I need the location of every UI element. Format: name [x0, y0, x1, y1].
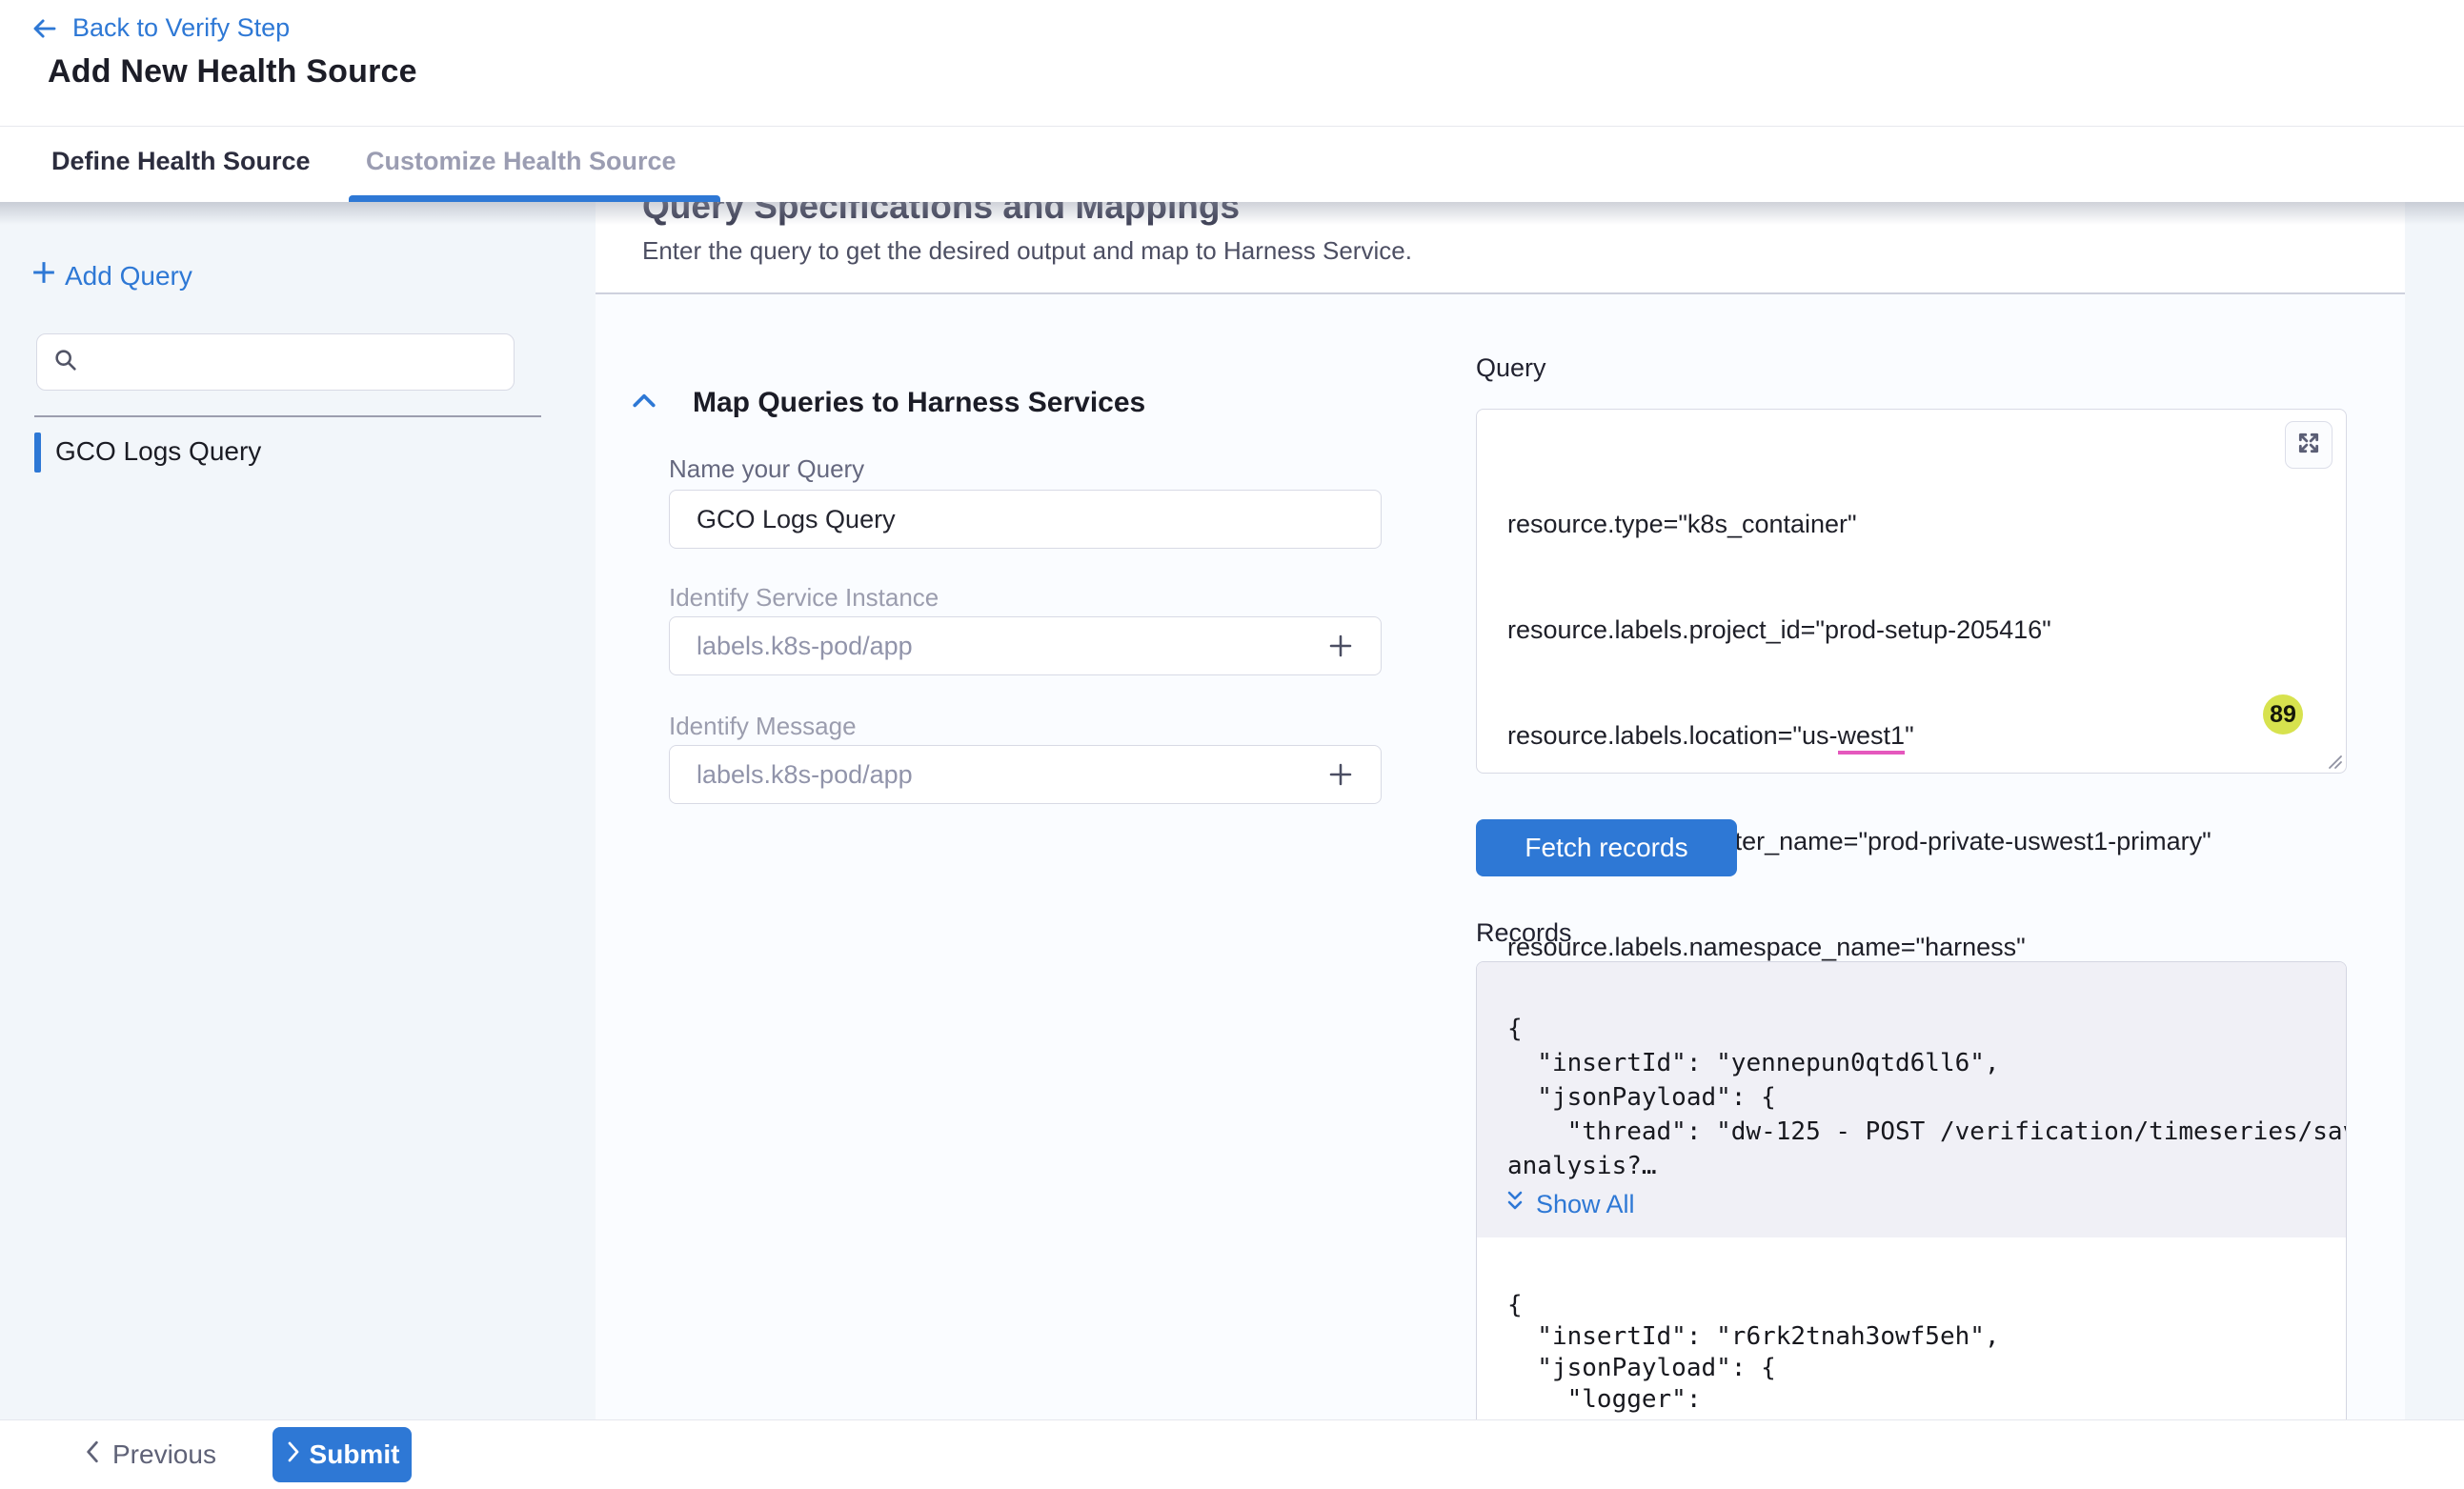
records-label: Records: [1476, 918, 1572, 948]
record-line: "thread": "dw-125 - POST /verification/t…: [1477, 1115, 2347, 1149]
message-input[interactable]: [669, 745, 1382, 804]
query-label: Query: [1476, 353, 1546, 383]
records-container: { "insertId": "yennepun0qtd6ll6", "jsonP…: [1476, 961, 2347, 1419]
query-editor[interactable]: resource.type="k8s_container" resource.l…: [1476, 409, 2347, 774]
map-queries-heading: Map Queries to Harness Services: [693, 387, 1145, 419]
query-line: resource.labels.project_id="prod-setup-2…: [1507, 613, 2212, 648]
page-header: Back to Verify Step Add New Health Sourc…: [0, 0, 2464, 126]
record-line: "insertId": "yennepun0qtd6ll6",: [1477, 1046, 2347, 1080]
record-line: {: [1477, 1012, 2347, 1046]
record-line: "insertId": "r6rk2tnah3owf5eh",: [1477, 1321, 2328, 1353]
sidebar-divider: [34, 415, 541, 417]
expand-query-button[interactable]: [2285, 421, 2333, 469]
back-link[interactable]: Back to Verify Step: [30, 13, 290, 43]
submit-button[interactable]: Submit: [273, 1427, 412, 1482]
identify-message-label: Identify Message: [669, 712, 857, 741]
tab-customize-health-source[interactable]: Customize Health Source: [366, 127, 677, 195]
selected-indicator-bar: [34, 433, 41, 473]
spellcheck-underline: west1: [1838, 721, 1906, 755]
record-line: "jsonPayload": {: [1477, 1353, 2328, 1384]
query-sidebar: Add Query GCO Logs Query: [0, 202, 596, 1419]
back-arrow-icon: [30, 14, 59, 43]
show-all-label: Show All: [1536, 1190, 1635, 1219]
resize-handle[interactable]: [2326, 753, 2343, 770]
wizard-tabbar: Define Health Source Customize Health So…: [0, 126, 2464, 202]
chevron-right-icon: [285, 1439, 302, 1470]
show-all-link[interactable]: Show All: [1504, 1189, 1635, 1220]
query-item-label: GCO Logs Query: [55, 436, 261, 467]
section-subtitle: Enter the query to get the desired outpu…: [642, 236, 1412, 266]
message-add-icon[interactable]: [1322, 755, 1360, 794]
query-mapping-panel: Map Queries to Harness Services Name you…: [596, 292, 2405, 1419]
identify-service-instance-label: Identify Service Instance: [669, 583, 939, 613]
fetch-records-button[interactable]: Fetch records: [1476, 819, 1737, 876]
page-title: Add New Health Source: [48, 53, 417, 91]
query-line: resource.labels.location="us-west1": [1507, 718, 2212, 754]
char-count-badge: 89: [2263, 694, 2303, 734]
search-input[interactable]: [91, 348, 514, 377]
chevron-up-icon[interactable]: [632, 391, 656, 414]
record-line: "jsonPayload": {: [1477, 1080, 2347, 1115]
query-line: resource.labels.namespace_name="harness": [1507, 930, 2212, 965]
expand-icon: [2296, 431, 2321, 460]
previous-button[interactable]: Previous: [82, 1420, 216, 1489]
record-line: {: [1477, 1290, 2328, 1321]
sidebar-item-gco-logs-query[interactable]: GCO Logs Query: [0, 431, 596, 478]
wizard-footer: Previous Submit: [0, 1419, 2464, 1488]
plus-icon: [30, 259, 57, 292]
submit-label: Submit: [310, 1439, 400, 1470]
section-title: Query Specifications and Mappings: [642, 202, 1240, 227]
query-name-input[interactable]: [669, 490, 1382, 549]
query-search-box[interactable]: [36, 333, 515, 391]
record-item: { "insertId": "yennepun0qtd6ll6", "jsonP…: [1477, 962, 2346, 1237]
back-link-label: Back to Verify Step: [72, 13, 290, 43]
record-line: analysis?…: [1477, 1149, 2347, 1183]
name-query-label: Name your Query: [669, 454, 864, 484]
record-line: "logger":: [1477, 1384, 2328, 1416]
query-line: resource.type="k8s_container": [1507, 507, 2212, 542]
search-icon: [52, 347, 79, 378]
section-header: Query Specifications and Mappings Enter …: [596, 202, 2405, 292]
service-instance-add-icon[interactable]: [1322, 627, 1360, 665]
main-panel: Query Specifications and Mappings Enter …: [596, 202, 2405, 1419]
previous-label: Previous: [112, 1439, 216, 1470]
tab-define-health-source[interactable]: Define Health Source: [51, 127, 311, 195]
add-query-button[interactable]: Add Query: [30, 259, 192, 292]
content-area: Add Query GCO Logs Query Query Specifica…: [0, 202, 2464, 1419]
record-item: { "insertId": "r6rk2tnah3owf5eh", "jsonP…: [1477, 1237, 2346, 1419]
add-query-label: Add Query: [65, 261, 192, 292]
double-chevron-down-icon: [1504, 1189, 1526, 1220]
service-instance-input[interactable]: [669, 616, 1382, 675]
chevron-left-icon: [82, 1439, 103, 1471]
